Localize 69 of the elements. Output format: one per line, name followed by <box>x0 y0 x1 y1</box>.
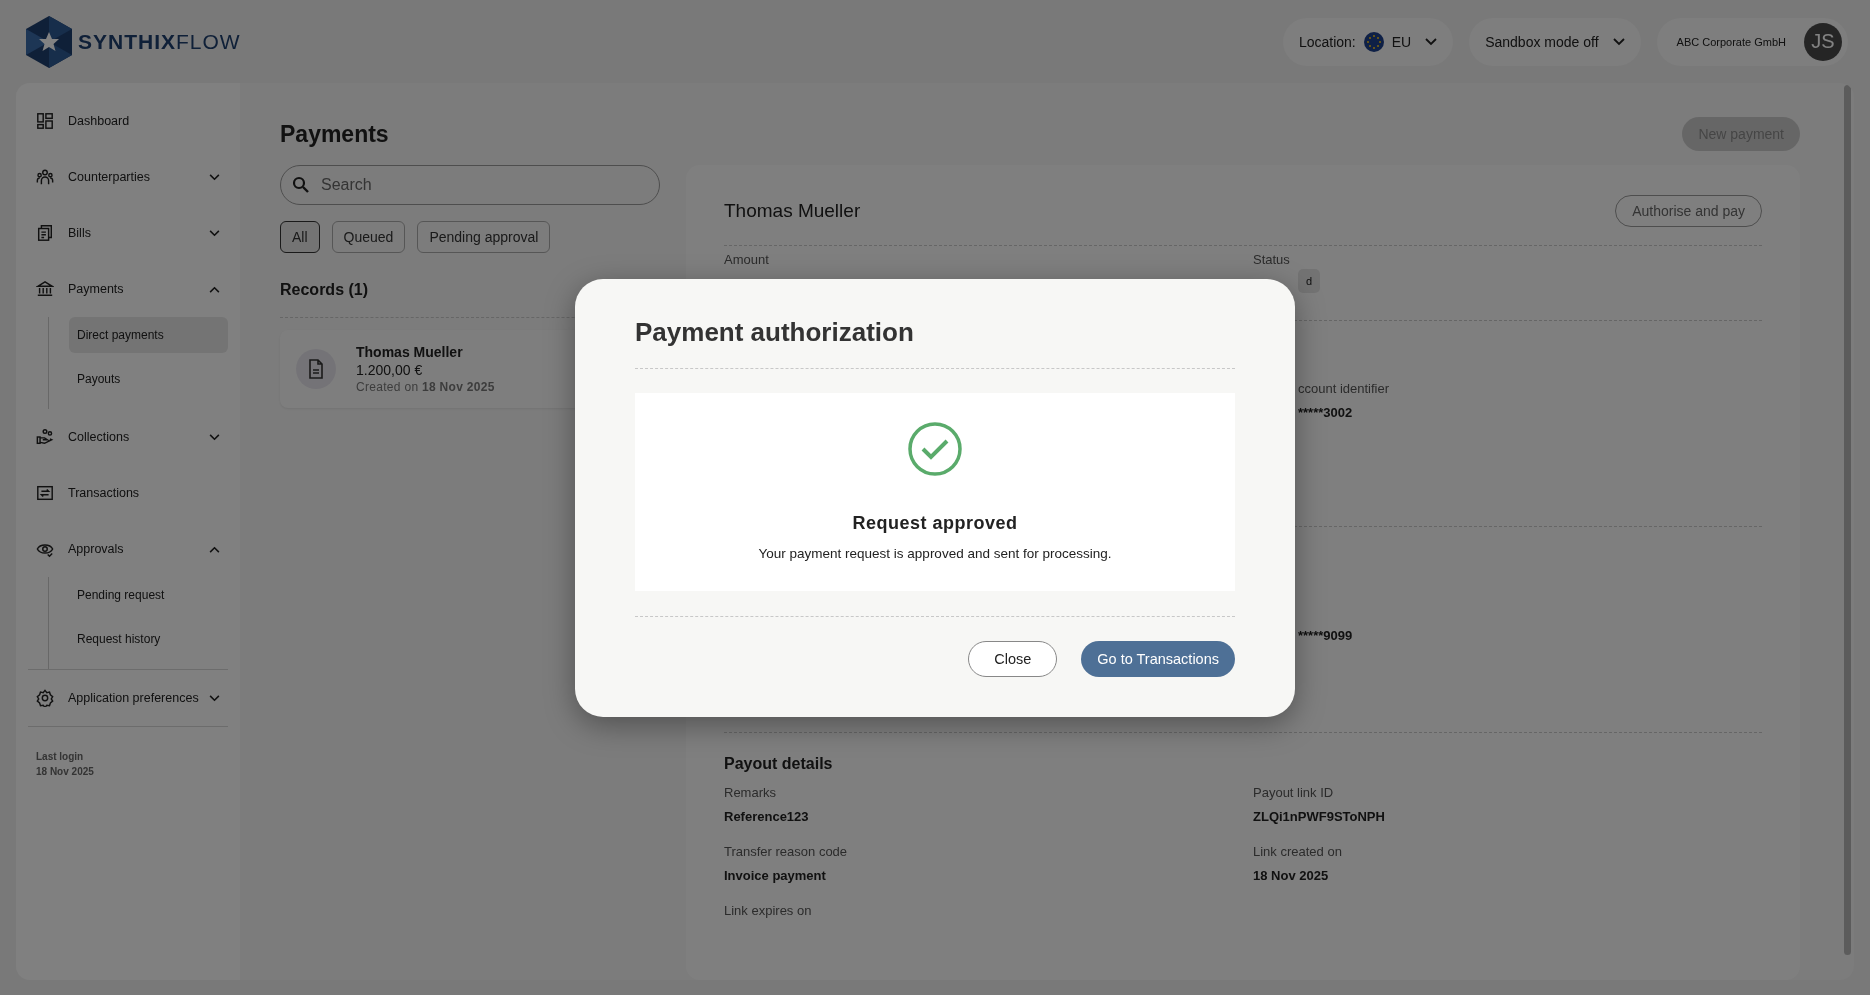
check-circle-icon <box>907 420 963 477</box>
sidebar-subitem[interactable]: Payouts <box>69 361 228 397</box>
close-button[interactable]: Close <box>968 640 1058 677</box>
logo-icon <box>24 14 74 69</box>
bills-icon <box>36 224 54 242</box>
eu-flag-icon <box>1363 31 1384 52</box>
field-value: *****9099 <box>1298 628 1354 643</box>
chevron-down-icon <box>1612 37 1625 46</box>
sidebar-item[interactable]: Approvals <box>28 521 228 577</box>
last-login-label: Last login <box>35 750 85 764</box>
chevron-up-icon <box>209 285 220 293</box>
sandbox-mode-selector[interactable]: Sandbox mode off <box>1469 17 1641 66</box>
field-label: Link created on <box>1253 844 1343 859</box>
primary-button[interactable]: Go to Transactions <box>1081 640 1235 677</box>
records-heading: Records (1) <box>280 281 370 299</box>
sidebar-subitem[interactable]: Pending request <box>69 577 228 613</box>
filter-chip[interactable]: Queued <box>331 221 406 253</box>
sidebar-item[interactable]: Payments <box>28 261 228 317</box>
payee-name: Thomas Mueller <box>724 200 861 222</box>
section-heading: Payout details <box>724 755 834 773</box>
hand-icon <box>36 428 54 446</box>
chevron-down-icon <box>209 694 220 702</box>
chevron-down-icon <box>209 433 220 441</box>
document-icon <box>296 349 336 389</box>
field-label: Amount <box>724 252 770 269</box>
status-badge: d <box>1298 269 1321 293</box>
sidebar-item[interactable]: Collections <box>28 409 228 465</box>
field-value: 18 Nov 2025 <box>1253 868 1330 883</box>
filter-chip[interactable]: All <box>280 221 320 253</box>
scrollbar[interactable] <box>1844 85 1851 955</box>
logo-text: SYNTHIXFLOW <box>78 29 241 54</box>
field-value: ZLQi1nPWF9SToNPH <box>1253 809 1386 824</box>
sidebar-subitem[interactable]: Request history <box>69 621 228 657</box>
chevron-up-icon <box>209 545 220 553</box>
avatar: JS <box>1804 22 1842 61</box>
swap-icon <box>36 484 54 502</box>
last-login-date: 18 Nov 2025 <box>35 765 95 779</box>
record-amount: 1.200,00 € <box>356 362 424 378</box>
sidebar-item[interactable]: Application preferences <box>28 670 228 726</box>
field-label: Link expires on <box>724 903 813 918</box>
chevron-down-icon <box>1425 37 1438 46</box>
field-label: Transfer reason code <box>724 844 849 859</box>
sidebar-item[interactable]: Bills <box>28 205 228 261</box>
result-title: Request approved <box>852 512 1018 534</box>
sidebar-item[interactable]: Transactions <box>28 465 228 521</box>
bank-icon <box>36 280 54 298</box>
sidebar-subitem[interactable]: Direct payments <box>69 317 228 353</box>
chevron-down-icon <box>209 229 220 237</box>
sidebar-item[interactable]: Counterparties <box>28 149 228 205</box>
chevron-down-icon <box>209 173 220 181</box>
sidebar-item[interactable]: Dashboard <box>28 93 228 149</box>
people-icon <box>36 168 54 186</box>
field-value: *****3002 <box>1298 405 1354 420</box>
location-selector[interactable]: Location: EU <box>1282 17 1454 66</box>
field-label: ccount identifier <box>1298 381 1391 396</box>
field-value: Reference123 <box>724 809 810 824</box>
account-menu[interactable]: ABC Corporate GmbH JS <box>1656 17 1848 66</box>
field-label: Status <box>1253 252 1291 267</box>
gear-icon <box>36 689 54 707</box>
field-label: Remarks <box>724 785 777 800</box>
page-title: Payments <box>280 120 389 148</box>
filter-chip[interactable]: Pending approval <box>417 221 551 253</box>
field-value: Invoice payment <box>724 868 827 883</box>
field-label: Payout link ID <box>1253 785 1335 800</box>
result-message: Your payment request is approved and sent for processing. <box>758 545 1112 561</box>
record-date: Created on 18 Nov 2025 <box>356 380 495 394</box>
search-icon <box>292 176 310 194</box>
search-field[interactable]: Search <box>280 165 660 205</box>
record-name: Thomas Mueller <box>356 344 464 360</box>
